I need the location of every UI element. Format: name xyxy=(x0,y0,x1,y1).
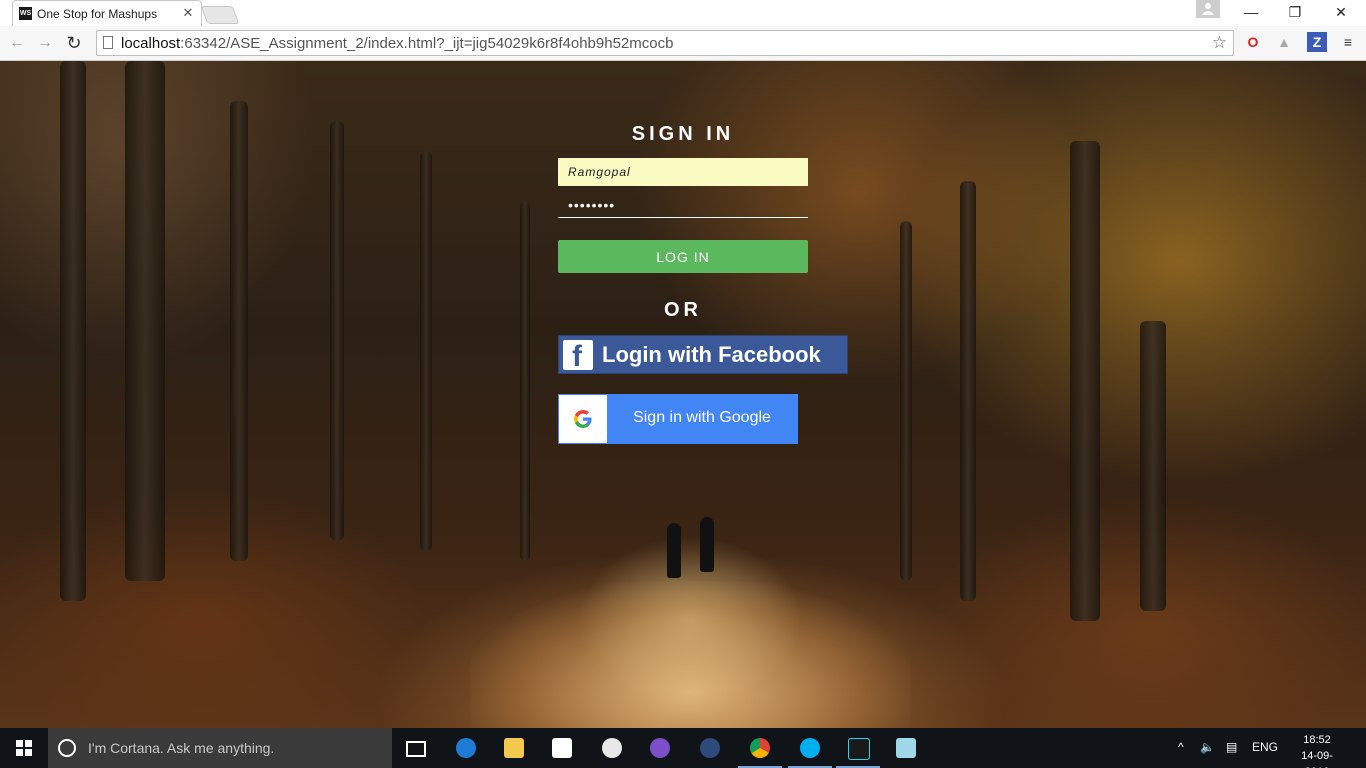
webstorm-favicon-icon: WS xyxy=(19,7,32,20)
person-silhouette xyxy=(667,523,681,578)
tree-trunk xyxy=(960,181,976,601)
page-background: SIGN IN LOG IN OR f Login with Facebook … xyxy=(0,61,1366,728)
tree-trunk xyxy=(1140,321,1166,611)
clock-time: 18:52 xyxy=(1303,734,1331,746)
clock-date: 14-09-2016 xyxy=(1301,750,1333,768)
action-center-icon[interactable]: ▤ xyxy=(1226,740,1237,754)
notepad-app-icon[interactable] xyxy=(882,728,930,768)
password-input[interactable] xyxy=(558,193,808,218)
close-window-button[interactable]: ✕ xyxy=(1318,0,1364,26)
google-signin-button[interactable]: Sign in with Google xyxy=(558,394,798,444)
forward-arrow-icon[interactable]: → xyxy=(34,32,56,54)
bookmark-star-icon[interactable]: ☆ xyxy=(1212,33,1227,53)
cortana-icon xyxy=(58,739,76,757)
cat-app-icon[interactable] xyxy=(636,728,684,768)
webstorm-icon[interactable] xyxy=(834,728,882,768)
back-arrow-icon[interactable]: ← xyxy=(6,32,28,54)
cortana-search-box[interactable]: I'm Cortana. Ask me anything. xyxy=(48,728,392,768)
address-bar[interactable]: localhost:63342/ASE_Assignment_2/index.h… xyxy=(96,30,1234,56)
google-signin-label: Sign in with Google xyxy=(633,409,771,426)
chrome-icon[interactable] xyxy=(736,728,784,768)
tree-trunk xyxy=(330,121,344,541)
z-extension-icon[interactable]: Z xyxy=(1307,32,1327,52)
login-button[interactable]: LOG IN xyxy=(558,240,808,273)
language-indicator[interactable]: ENG xyxy=(1252,740,1278,754)
tree-trunk xyxy=(420,151,432,551)
restore-button[interactable]: ❐ xyxy=(1272,0,1318,26)
tree-trunk xyxy=(230,101,248,561)
start-button[interactable] xyxy=(0,728,48,768)
facebook-login-label: Login with Facebook xyxy=(602,342,821,367)
compass-app-icon[interactable] xyxy=(588,728,636,768)
tree-trunk xyxy=(900,221,912,581)
username-input[interactable] xyxy=(558,158,808,186)
windows-logo-icon xyxy=(16,740,32,756)
tree-trunk xyxy=(60,61,86,601)
page-icon xyxy=(103,36,113,49)
url-text[interactable]: localhost:63342/ASE_Assignment_2/index.h… xyxy=(121,35,673,52)
minimize-button[interactable]: — xyxy=(1228,0,1274,26)
volume-icon[interactable]: 🔈 xyxy=(1200,740,1215,754)
tree-trunk xyxy=(1070,141,1100,621)
windows-taskbar: I'm Cortana. Ask me anything. ^ 🔈 ▤ ENG … xyxy=(0,728,1366,768)
menu-icon[interactable]: ≡ xyxy=(1338,32,1358,52)
facebook-login-button[interactable]: f Login with Facebook xyxy=(558,335,848,374)
store-icon[interactable] xyxy=(538,728,586,768)
or-divider: OR xyxy=(664,299,702,321)
tree-trunk xyxy=(520,201,530,561)
signin-title: SIGN IN xyxy=(631,123,735,145)
browser-titlebar: WS One Stop for Mashups ✕ — ❐ ✕ xyxy=(0,0,1366,26)
edge-icon[interactable] xyxy=(442,728,490,768)
task-view-icon[interactable] xyxy=(392,728,440,768)
file-explorer-icon[interactable] xyxy=(490,728,538,768)
system-clock[interactable]: 18:52 14-09-2016 xyxy=(1290,732,1344,768)
skype-icon[interactable] xyxy=(786,728,834,768)
tree-app-icon[interactable] xyxy=(686,728,734,768)
new-tab-button[interactable] xyxy=(200,6,240,24)
browser-tab[interactable]: WS One Stop for Mashups ✕ xyxy=(12,0,202,26)
profile-icon[interactable] xyxy=(1196,0,1220,18)
opera-extension-icon[interactable]: O xyxy=(1243,32,1263,52)
show-hidden-icons-chevron-icon[interactable]: ^ xyxy=(1178,740,1184,754)
facebook-icon: f xyxy=(563,340,593,373)
cortana-placeholder: I'm Cortana. Ask me anything. xyxy=(88,740,275,756)
browser-toolbar: ← → ↻ localhost:63342/ASE_Assignment_2/i… xyxy=(0,26,1366,61)
tree-trunk xyxy=(125,61,165,581)
google-icon xyxy=(559,395,607,443)
reload-icon[interactable]: ↻ xyxy=(63,32,85,54)
tab-title: One Stop for Mashups xyxy=(37,7,158,21)
person-silhouette xyxy=(700,517,714,572)
drive-extension-icon[interactable]: ▲ xyxy=(1274,32,1294,52)
tab-close-icon[interactable]: ✕ xyxy=(180,5,196,21)
forest-path xyxy=(470,581,910,728)
